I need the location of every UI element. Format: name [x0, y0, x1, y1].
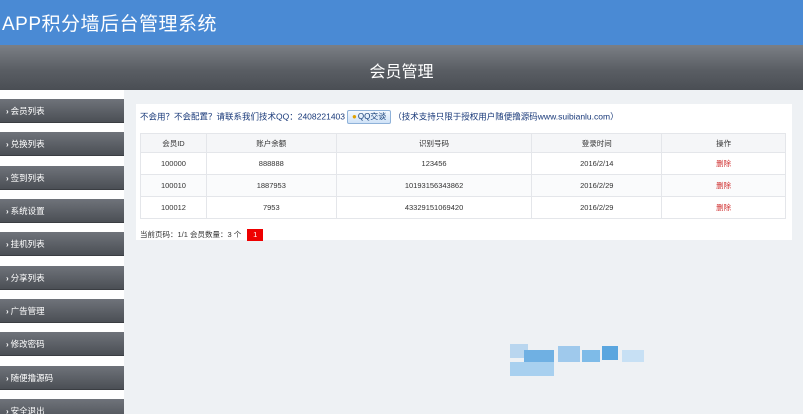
- sidebar-item-members[interactable]: › 会员列表: [0, 99, 124, 123]
- code-cell: 43329151069420: [335, 196, 533, 219]
- balance-cell: 7953: [205, 196, 337, 219]
- qq-chat-label: QQ交谈: [357, 112, 387, 121]
- column-header: 识别号码: [335, 133, 533, 153]
- sidebar-item-password[interactable]: › 修改密码: [0, 332, 124, 356]
- sidebar-item-label: 安全退出: [10, 406, 45, 414]
- action-cell: 删除: [661, 152, 786, 175]
- blurred-watermark: [510, 344, 646, 376]
- support-notice: 不会用？不会配置？请联系我们技术QQ：2408221403 ●QQ交谈 （技术支持只…: [140, 110, 619, 124]
- column-header: 登录时间: [531, 133, 663, 153]
- member-id-cell: 100010: [140, 174, 207, 197]
- login-time-cell: 2016/2/14: [531, 152, 663, 175]
- table-row: 100010 1887953 10193156343862 2016/2/29 …: [140, 174, 786, 197]
- delete-link[interactable]: 删除: [716, 159, 731, 168]
- sidebar-item-label: 分享列表: [10, 273, 45, 283]
- sidebar-item-idle[interactable]: › 挂机列表: [0, 232, 124, 256]
- sidebar-item-source[interactable]: › 随便撸源码: [0, 366, 124, 390]
- login-time-cell: 2016/2/29: [531, 196, 663, 219]
- chevron-right-icon: ›: [6, 207, 9, 216]
- member-panel: 不会用？不会配置？请联系我们技术QQ：2408221403 ●QQ交谈 （技术支持只…: [136, 104, 792, 241]
- qq-penguin-icon: ●: [352, 112, 357, 121]
- sidebar-item-label: 广告管理: [10, 306, 45, 316]
- page-number-button[interactable]: 1: [247, 229, 264, 241]
- sidebar-item-label: 签到列表: [10, 173, 45, 183]
- balance-cell: 888888: [205, 152, 337, 175]
- login-time-cell: 2016/2/29: [531, 174, 663, 197]
- pagination: 当前页码：1/1 会员数量：3 个 1: [140, 229, 264, 241]
- pager-info: 当前页码：1/1 会员数量：3 个: [140, 230, 242, 239]
- column-header: 账户余额: [205, 133, 337, 153]
- sidebar-item-label: 随便撸源码: [10, 373, 54, 383]
- action-cell: 删除: [661, 196, 786, 219]
- chevron-right-icon: ›: [6, 240, 9, 249]
- chevron-right-icon: ›: [6, 140, 9, 149]
- balance-cell: 1887953: [205, 174, 337, 197]
- sidebar-item-label: 会员列表: [10, 106, 45, 116]
- sidebar-item-logout[interactable]: › 安全退出: [0, 399, 124, 414]
- sidebar-item-checkins[interactable]: › 签到列表: [0, 166, 124, 190]
- table-row: 100000 888888 123456 2016/2/14 删除: [140, 152, 786, 175]
- page-title: 会员管理: [369, 64, 434, 81]
- sidebar: › 会员列表 › 兑换列表 › 签到列表 › 系统设置 › 挂机列表 › 分享列表 › 广告管…: [0, 90, 124, 414]
- sidebar-item-settings[interactable]: › 系统设置: [0, 199, 124, 223]
- top-bar: APP积分墙后台管理系统: [0, 0, 803, 45]
- sidebar-item-label: 挂机列表: [10, 239, 45, 249]
- sidebar-item-label: 系统设置: [10, 206, 45, 216]
- notice-prefix: 不会用？不会配置？请联系我们技术QQ：2408221403: [140, 111, 345, 122]
- chevron-right-icon: ›: [6, 274, 9, 283]
- member-id-cell: 100012: [140, 196, 207, 219]
- chevron-right-icon: ›: [6, 107, 9, 116]
- qq-chat-button[interactable]: ●QQ交谈: [347, 110, 392, 124]
- table-header-row: 会员ID 账户余额 识别号码 登录时间 操作: [140, 133, 786, 153]
- member-table: 会员ID 账户余额 识别号码 登录时间 操作 100000 888888 123…: [140, 133, 786, 219]
- table-row: 100012 7953 43329151069420 2016/2/29 删除: [140, 196, 786, 219]
- delete-link[interactable]: 删除: [716, 181, 731, 190]
- code-cell: 123456: [335, 152, 533, 175]
- sidebar-item-label: 修改密码: [10, 339, 45, 349]
- chevron-right-icon: ›: [6, 340, 9, 349]
- action-cell: 删除: [661, 174, 786, 197]
- column-header: 操作: [661, 133, 786, 153]
- delete-link[interactable]: 删除: [716, 203, 731, 212]
- sidebar-item-label: 兑换列表: [10, 139, 45, 149]
- sidebar-item-ads[interactable]: › 广告管理: [0, 299, 124, 323]
- sidebar-item-shares[interactable]: › 分享列表: [0, 266, 124, 290]
- column-header: 会员ID: [140, 133, 207, 153]
- chevron-right-icon: ›: [6, 407, 9, 414]
- notice-suffix: （技术支持只限于授权用户随便撸源码www.suibianlu.com）: [393, 111, 619, 122]
- header-bar: 会员管理: [0, 45, 803, 90]
- chevron-right-icon: ›: [6, 307, 9, 316]
- chevron-right-icon: ›: [6, 374, 9, 383]
- member-id-cell: 100000: [140, 152, 207, 175]
- app-title: APP积分墙后台管理系统: [2, 14, 218, 35]
- main-content: 不会用？不会配置？请联系我们技术QQ：2408221403 ●QQ交谈 （技术支持只…: [124, 90, 803, 414]
- code-cell: 10193156343862: [335, 174, 533, 197]
- chevron-right-icon: ›: [6, 174, 9, 183]
- sidebar-item-exchanges[interactable]: › 兑换列表: [0, 132, 124, 156]
